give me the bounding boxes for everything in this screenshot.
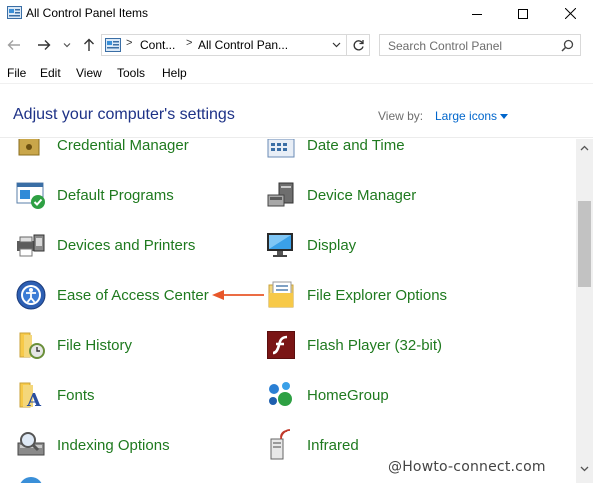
- address-row: > Cont... > All Control Pan... Search Co…: [0, 27, 593, 63]
- item-file-history[interactable]: File History: [15, 329, 132, 361]
- item-label: HomeGroup: [307, 386, 389, 404]
- item-label: Infrared: [307, 436, 359, 454]
- arrow-right-icon: [38, 40, 51, 50]
- caret-down-icon: [580, 466, 589, 472]
- item-default-programs[interactable]: Default Programs: [15, 179, 174, 211]
- item-ease-of-access-center[interactable]: Ease of Access Center: [15, 279, 209, 311]
- search-input[interactable]: Search Control Panel: [379, 34, 581, 56]
- item-devices-and-printers[interactable]: Devices and Printers: [15, 229, 195, 261]
- scroll-thumb[interactable]: [578, 201, 591, 287]
- breadcrumb-control-panel[interactable]: Cont...: [140, 38, 175, 52]
- item-date-and-time[interactable]: Date and Time: [265, 139, 405, 161]
- refresh-icon: [353, 39, 364, 50]
- menu-file[interactable]: File: [7, 66, 26, 80]
- display-icon: [265, 229, 297, 261]
- watermark: @Howto-connect.com: [388, 459, 546, 475]
- minimize-button[interactable]: [454, 0, 500, 27]
- minimize-icon: [472, 13, 482, 15]
- arrow-up-icon: [84, 38, 94, 51]
- scroll-up-button[interactable]: [576, 145, 593, 159]
- item-display[interactable]: Display: [265, 229, 356, 261]
- annotation-arrow-icon: [212, 290, 264, 300]
- refresh-button[interactable]: [347, 34, 370, 56]
- device-manager-icon: [265, 179, 297, 211]
- item-label: Ease of Access Center: [57, 286, 209, 304]
- menu-tools[interactable]: Tools: [117, 66, 145, 80]
- item-flash-player[interactable]: Flash Player (32-bit): [265, 329, 442, 361]
- svg-text:A: A: [26, 390, 42, 411]
- chevron-down-icon: [63, 43, 71, 48]
- maximize-button[interactable]: [500, 0, 546, 27]
- default-programs-icon: [15, 179, 47, 211]
- item-credential-manager[interactable]: Credential Manager: [15, 139, 189, 161]
- close-button[interactable]: [547, 0, 593, 27]
- item-label: Device Manager: [307, 186, 417, 204]
- item-fonts[interactable]: A Fonts: [15, 379, 95, 411]
- search-placeholder: Search Control Panel: [388, 39, 503, 53]
- menu-edit[interactable]: Edit: [40, 66, 61, 80]
- fonts-icon: A: [15, 379, 47, 411]
- file-explorer-options-icon: [265, 279, 297, 311]
- item-label: Indexing Options: [57, 436, 170, 454]
- control-panel-items: Credential Manager Date and Time Default…: [0, 139, 576, 483]
- item-label: Flash Player (32-bit): [307, 336, 443, 354]
- menu-help[interactable]: Help: [162, 66, 187, 80]
- address-history-button[interactable]: [326, 34, 347, 56]
- back-button[interactable]: [5, 36, 23, 54]
- devices-printers-icon: [15, 229, 47, 261]
- recent-locations-button[interactable]: [60, 36, 74, 54]
- indexing-options-icon: [15, 429, 47, 461]
- date-time-icon: [265, 139, 297, 161]
- ease-of-access-icon: [15, 279, 47, 311]
- item-label: Default Programs: [57, 186, 174, 204]
- page-title: Adjust your computer's settings: [13, 106, 235, 123]
- address-bar[interactable]: > Cont... > All Control Pan...: [101, 34, 347, 56]
- homegroup-icon: [265, 379, 297, 411]
- search-icon: [561, 39, 574, 52]
- item-homegroup[interactable]: HomeGroup: [265, 379, 389, 411]
- control-panel-icon: [7, 6, 22, 19]
- maximize-icon: [518, 8, 528, 19]
- item-label: Display: [307, 236, 357, 254]
- chevron-down-icon: [332, 42, 341, 48]
- forward-button[interactable]: [35, 36, 53, 54]
- item-label: Fonts: [57, 386, 95, 404]
- breadcrumb-separator[interactable]: >: [126, 37, 132, 49]
- item-infrared[interactable]: Infrared: [265, 429, 359, 461]
- flash-player-icon: [265, 329, 297, 361]
- view-by-label: View by:: [378, 109, 424, 123]
- close-icon: [564, 8, 576, 19]
- title-bar: All Control Panel Items: [0, 0, 593, 27]
- partial-item-icon: [15, 475, 47, 483]
- breadcrumb-all-items[interactable]: All Control Pan...: [198, 38, 288, 52]
- item-indexing-options[interactable]: Indexing Options: [15, 429, 170, 461]
- caret-down-icon[interactable]: [500, 114, 508, 119]
- menu-view[interactable]: View: [76, 66, 102, 80]
- item-partial[interactable]: [15, 475, 57, 483]
- item-file-explorer-options[interactable]: File Explorer Options: [265, 279, 447, 311]
- breadcrumb-separator[interactable]: >: [186, 37, 192, 49]
- item-label: Date and Time: [307, 139, 405, 154]
- up-button[interactable]: [80, 36, 98, 54]
- scroll-down-button[interactable]: [576, 466, 593, 480]
- arrow-left-icon: [7, 40, 20, 50]
- item-label: Devices and Printers: [57, 236, 196, 254]
- caret-up-icon: [580, 145, 589, 151]
- vertical-scrollbar[interactable]: [576, 139, 593, 483]
- item-label: Credential Manager: [57, 139, 189, 154]
- control-panel-icon: [105, 38, 121, 52]
- item-device-manager[interactable]: Device Manager: [265, 179, 416, 211]
- view-by-dropdown[interactable]: Large icons: [435, 109, 497, 123]
- menu-bar: File Edit View Tools Help: [0, 63, 593, 84]
- infrared-icon: [265, 429, 297, 461]
- file-history-icon: [15, 329, 47, 361]
- window-title: All Control Panel Items: [26, 6, 149, 20]
- item-label: File History: [57, 336, 133, 354]
- credential-manager-icon: [15, 139, 47, 161]
- content-header: Adjust your computer's settings View by:…: [0, 90, 593, 138]
- item-label: File Explorer Options: [307, 286, 448, 304]
